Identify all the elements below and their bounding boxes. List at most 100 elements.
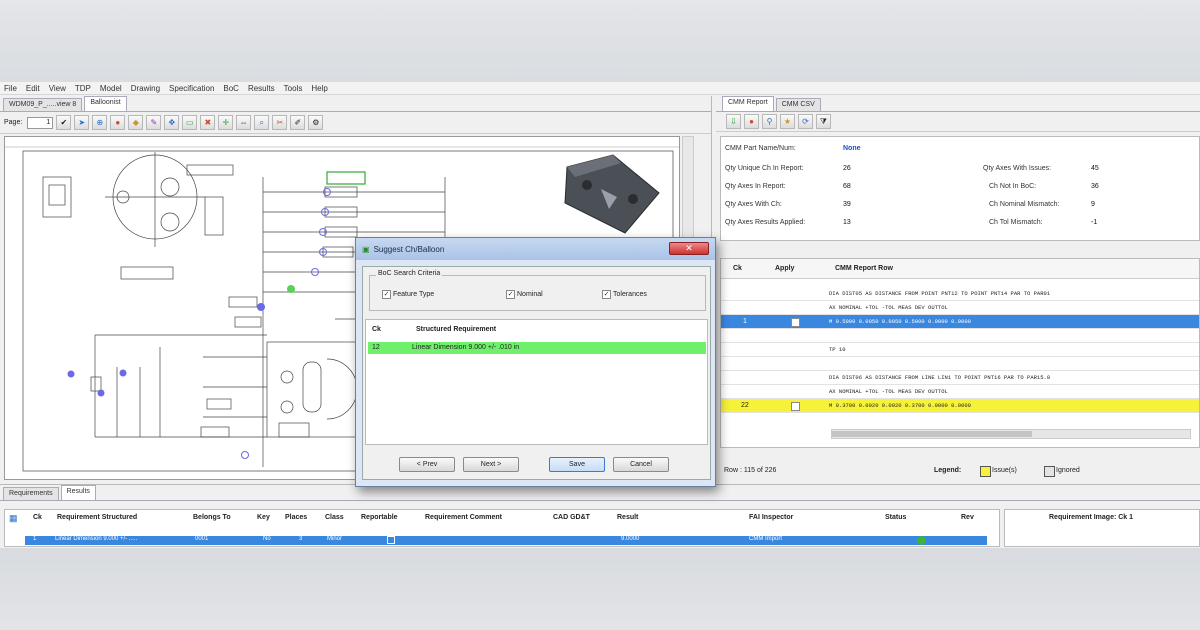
legend-ignored: Ignored bbox=[1056, 467, 1080, 474]
table-row-selected[interactable]: 1 M 0.5000 0.0050 0.0050 0.5000 0.0000 0… bbox=[721, 315, 1199, 329]
feature-type-checkbox[interactable]: ✓ Feature Type bbox=[382, 290, 434, 299]
save-button[interactable]: Save bbox=[549, 457, 605, 472]
tool-icon[interactable]: ✂ bbox=[272, 115, 288, 130]
edit-icon[interactable]: ✐ bbox=[290, 115, 306, 130]
menu-edit[interactable]: Edit bbox=[26, 84, 40, 93]
suggestion-row-selected[interactable]: 12 Linear Dimension 9.000 +/- .010 in bbox=[368, 342, 706, 354]
col-inspector[interactable]: FAI Inspector bbox=[749, 514, 793, 521]
close-icon[interactable]: ✕ bbox=[669, 242, 709, 255]
cell-key: No bbox=[263, 536, 271, 542]
tab-drawing-file[interactable]: WDM09_P_.....view 8 bbox=[3, 98, 83, 111]
col-ck[interactable]: Ck bbox=[733, 265, 742, 272]
pen-icon[interactable]: ✎ bbox=[146, 115, 162, 130]
fit-icon[interactable]: ⇔ bbox=[236, 115, 252, 130]
apply-checkbox[interactable] bbox=[791, 318, 800, 327]
page-input[interactable]: 1 bbox=[27, 116, 54, 129]
select-icon[interactable]: ➤ bbox=[74, 115, 90, 130]
drawing-toolbar: Page: 1 ✔ ➤ ⊕ ● ◆ ✎ ✥ ▭ ✖ ✛ ⇔ ⌕ ✂ ✐ ⚙ bbox=[0, 112, 711, 134]
apply-icon[interactable]: ★ bbox=[780, 114, 795, 129]
col-belongs-to[interactable]: Belongs To bbox=[193, 514, 231, 521]
check-icon[interactable]: ✔ bbox=[56, 115, 72, 130]
dialog-app-icon: ▣ bbox=[362, 244, 370, 254]
nominal-checkbox[interactable]: ✓ Nominal bbox=[506, 290, 543, 299]
import-icon[interactable]: ⇩ bbox=[726, 114, 741, 129]
zoom-icon[interactable]: ⊕ bbox=[92, 115, 108, 130]
balloon-icon[interactable]: ● bbox=[110, 115, 126, 130]
col-apply[interactable]: Apply bbox=[775, 265, 794, 272]
table-row[interactable]: DIA DIST05 AS DISTANCE FROM POINT PNT12 … bbox=[721, 287, 1199, 301]
menu-tools[interactable]: Tools bbox=[284, 84, 303, 93]
col-report-row[interactable]: CMM Report Row bbox=[835, 265, 893, 272]
menu-file[interactable]: File bbox=[4, 84, 17, 93]
tab-cmm-report[interactable]: CMM Report bbox=[722, 96, 774, 111]
table-row[interactable] bbox=[721, 329, 1199, 343]
col-cad-gdt[interactable]: CAD GD&T bbox=[553, 514, 590, 521]
tab-results[interactable]: Results bbox=[60, 485, 96, 500]
results-panel: Requirements Results ▦ Ck Requirement St… bbox=[0, 484, 1200, 548]
menu-help[interactable]: Help bbox=[311, 84, 327, 93]
delete-icon[interactable]: ✖ bbox=[200, 115, 216, 130]
apply-checkbox[interactable] bbox=[791, 402, 800, 411]
col-places[interactable]: Places bbox=[285, 514, 307, 521]
tab-cmm-csv[interactable]: CMM CSV bbox=[775, 98, 821, 111]
col-status[interactable]: Status bbox=[885, 514, 906, 521]
filter-icon[interactable]: ⧩ bbox=[816, 114, 831, 129]
col-result[interactable]: Result bbox=[617, 514, 638, 521]
menu-tdp[interactable]: TDP bbox=[75, 84, 91, 93]
criteria-label: BoC Search Criteria bbox=[376, 270, 443, 277]
table-row[interactable]: AX NOMINAL +TOL -TOL MEAS DEV OUTTOL bbox=[721, 385, 1199, 399]
scroll-thumb[interactable] bbox=[832, 431, 1032, 437]
col-requirement[interactable]: Requirement Structured bbox=[57, 514, 137, 521]
rectangle-icon[interactable]: ▭ bbox=[182, 115, 198, 130]
menu-boc[interactable]: BoC bbox=[223, 84, 239, 93]
cancel-button[interactable]: Cancel bbox=[613, 457, 669, 472]
grid-hscrollbar[interactable] bbox=[831, 429, 1191, 439]
refresh-icon[interactable]: ⟳ bbox=[798, 114, 813, 129]
shape-icon[interactable]: ◆ bbox=[128, 115, 144, 130]
menu-drawing[interactable]: Drawing bbox=[131, 84, 160, 93]
status-ok-icon bbox=[917, 536, 926, 545]
menu-view[interactable]: View bbox=[49, 84, 66, 93]
col-reportable[interactable]: Reportable bbox=[361, 514, 398, 521]
dialog-title: Suggest Ch/Balloon bbox=[373, 244, 445, 254]
table-row-issue[interactable]: 22 M 0.3700 0.0020 0.0020 0.3700 0.0000 … bbox=[721, 399, 1199, 413]
menu-model[interactable]: Model bbox=[100, 84, 122, 93]
move-icon[interactable]: ✥ bbox=[164, 115, 180, 130]
menu-results[interactable]: Results bbox=[248, 84, 275, 93]
table-row[interactable] bbox=[721, 357, 1199, 371]
legend-label: Legend: bbox=[934, 467, 962, 474]
col-key[interactable]: Key bbox=[257, 514, 270, 521]
link-icon[interactable]: ⚲ bbox=[762, 114, 777, 129]
results-row-selected[interactable]: 1 Linear Dimension 9.000 +/- ..... 0001 … bbox=[25, 536, 987, 545]
menu-specification[interactable]: Specification bbox=[169, 84, 214, 93]
tab-balloonist[interactable]: Balloonist bbox=[84, 96, 127, 111]
col-class[interactable]: Class bbox=[325, 514, 344, 521]
tolerances-checkbox[interactable]: ✓ Tolerances bbox=[602, 290, 647, 299]
cmm-balloon-icon[interactable]: ● bbox=[744, 114, 759, 129]
grid-icon[interactable]: ✛ bbox=[218, 115, 234, 130]
reportable-checkbox[interactable] bbox=[387, 536, 395, 544]
settings-icon[interactable]: ⚙ bbox=[308, 115, 324, 130]
tab-requirements[interactable]: Requirements bbox=[3, 487, 59, 500]
next-button[interactable]: Next > bbox=[463, 457, 519, 472]
feature-type-label: Feature Type bbox=[393, 291, 435, 298]
match-requirement: Linear Dimension 9.000 +/- .010 in bbox=[412, 344, 520, 351]
cmm-report-grid: Ck Apply CMM Report Row DIA DIST05 AS DI… bbox=[720, 258, 1200, 448]
cmm-report-pane: CMM Report CMM CSV ⇩ ● ⚲ ★ ⟳ ⧩ CMM Part … bbox=[716, 96, 1200, 482]
suggest-dialog: ▣ Suggest Ch/Balloon ✕ BoC Search Criter… bbox=[355, 237, 716, 487]
prev-button[interactable]: < Prev bbox=[399, 457, 455, 472]
table-row[interactable]: TP 10 bbox=[721, 343, 1199, 357]
col-rev[interactable]: Rev bbox=[961, 514, 974, 521]
col-ck[interactable]: Ck bbox=[33, 514, 42, 521]
table-row[interactable]: AX NOMINAL +TOL -TOL MEAS DEV OUTTOL bbox=[721, 301, 1199, 315]
axes-report-label: Qty Axes In Report: bbox=[725, 183, 786, 190]
cell-result: 9.0000 bbox=[621, 536, 640, 542]
col-comment[interactable]: Requirement Comment bbox=[425, 514, 502, 521]
background-top bbox=[0, 0, 1200, 82]
magnify-icon[interactable]: ⌕ bbox=[254, 115, 270, 130]
dialog-titlebar[interactable]: ▣ Suggest Ch/Balloon bbox=[356, 238, 715, 260]
table-row[interactable]: DIA DIST06 AS DISTANCE FROM LINE LIN1 TO… bbox=[721, 371, 1199, 385]
col-structured-requirement[interactable]: Structured Requirement bbox=[416, 326, 496, 333]
page-label: Page: bbox=[4, 119, 23, 126]
col-ck[interactable]: Ck bbox=[372, 326, 381, 333]
